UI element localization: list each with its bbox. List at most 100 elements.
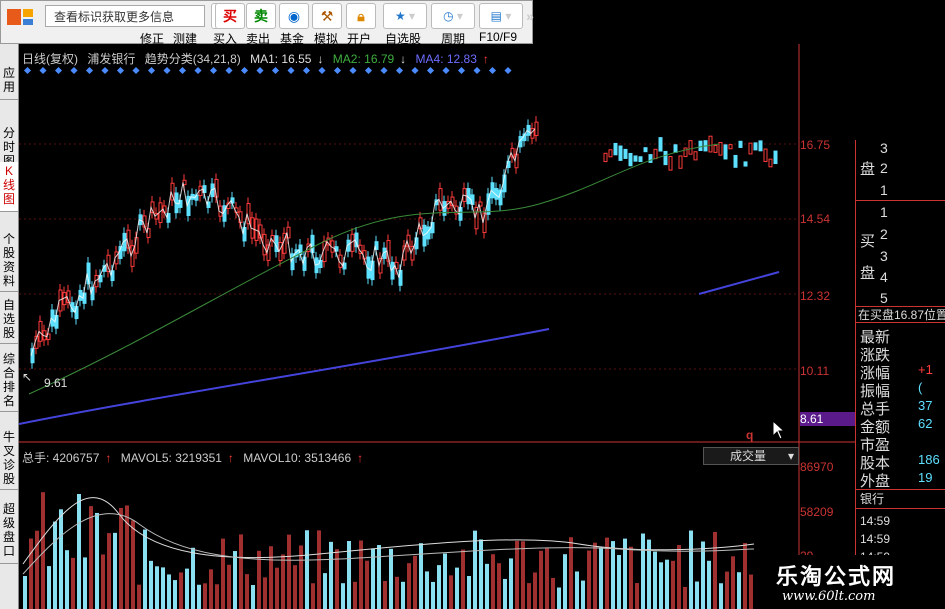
signal-marker [395, 66, 404, 75]
ma1-line [30, 128, 536, 356]
volume-bar [641, 533, 645, 609]
volume-bar [563, 554, 567, 609]
volume-bar [59, 509, 63, 609]
signal-marker [116, 66, 125, 75]
volume-bar [107, 533, 111, 609]
signal-marker [70, 66, 78, 75]
volume-bar [335, 549, 339, 609]
candle-body [648, 154, 653, 163]
volume-bar [725, 571, 729, 609]
buy-button[interactable]: 买 [215, 3, 245, 29]
volume-bar [77, 494, 81, 609]
volume-bar [365, 560, 369, 609]
tab-super-order[interactable]: 超级盘口 [0, 500, 18, 564]
candle-body [723, 144, 728, 160]
q-marker: q [746, 428, 754, 442]
price-tick: 14.54 [800, 212, 831, 226]
signal-marker [85, 66, 94, 75]
sell-row: 2 [880, 160, 888, 176]
volume-bar [311, 583, 315, 609]
candle-body [673, 144, 678, 153]
field-value: 37 [918, 398, 933, 413]
volume-bar [437, 565, 441, 609]
volume-bar [659, 562, 663, 609]
tick-time: 14:59 [860, 514, 891, 528]
volume-bar [239, 534, 243, 609]
candle-body [613, 142, 618, 156]
candle-body [638, 156, 643, 163]
signal-marker [147, 66, 156, 75]
volume-bar [221, 538, 225, 609]
buy-label: 盘 [860, 265, 876, 282]
candle-body [728, 144, 733, 150]
volume-bar [719, 583, 723, 609]
search-input[interactable]: 查看标识获取更多信息 [45, 5, 205, 27]
signal-marker [457, 66, 466, 75]
tab-diagnosis[interactable]: 牛叉诊股 [0, 428, 18, 490]
volume-bar [617, 555, 621, 609]
volume-bar [65, 550, 69, 609]
signal-marker [473, 66, 481, 75]
kline-chart[interactable] [19, 44, 855, 609]
star-icon: ★ [394, 9, 406, 23]
simulate-button[interactable]: ⚒ [312, 3, 342, 29]
price-tick: 16.75 [800, 138, 831, 152]
candle-body [628, 152, 633, 167]
volume-bar [707, 560, 711, 609]
sell-row: 1 [880, 182, 888, 198]
volume-bar [533, 572, 537, 609]
candle-body [718, 141, 723, 156]
buy-icon: 买 [223, 8, 237, 24]
label-watchlist: 自选股 [385, 32, 422, 46]
volume-bar [281, 554, 285, 609]
overflow-chevron-icon[interactable]: » [526, 3, 534, 29]
volume-bar [23, 576, 27, 609]
volume-bar [599, 547, 603, 609]
clock-icon: ◷ [443, 9, 454, 23]
app-logo-icon[interactable] [5, 5, 37, 31]
label-fix: 修正 [140, 32, 165, 46]
watchlist-button[interactable]: ★ ▾ [383, 3, 427, 29]
signal-marker [287, 66, 295, 75]
volume-bar [191, 547, 195, 609]
volume-bar [317, 530, 321, 609]
label-period: 周期 [441, 32, 466, 46]
tab-apps[interactable]: 应用 [0, 64, 18, 100]
watermark-url: www.60lt.com [782, 589, 876, 604]
open-account-button[interactable]: 🔒︎ [346, 3, 376, 29]
document-icon: ▤ [490, 9, 502, 23]
label-fund: 基金 [280, 32, 305, 46]
volume-bar [101, 554, 105, 609]
candle-body [738, 140, 743, 148]
volume-bar [461, 549, 465, 609]
volume-bar [131, 520, 135, 609]
fund-button[interactable]: ◉ [279, 3, 309, 29]
tab-ranking[interactable]: 综合排名 [0, 350, 18, 412]
indicator-select[interactable]: 成交量 ▾ [703, 447, 799, 465]
field-label: 外盘 [860, 473, 891, 490]
volume-bar [269, 546, 273, 609]
signal-marker [271, 66, 280, 75]
period-button[interactable]: ◷ ▾ [431, 3, 475, 29]
volume-tick: 58209 [800, 505, 834, 519]
tab-stock-info[interactable]: 个股资料 [0, 230, 18, 292]
sell-button[interactable]: 卖 [246, 3, 276, 29]
candle-body [713, 145, 718, 153]
tab-watchlist[interactable]: 自选股 [0, 296, 18, 344]
tab-kline[interactable]: K线图 [0, 162, 18, 212]
volume-bar [113, 532, 117, 609]
f10-button[interactable]: ▤ ▾ [479, 3, 523, 29]
signal-marker [411, 66, 419, 75]
price-tick: 12.32 [800, 289, 831, 303]
signal-marker [364, 66, 373, 75]
candle-body [678, 155, 683, 169]
chevron-down-icon: ▾ [787, 449, 794, 463]
fund-icon: ◉ [287, 7, 301, 24]
volume-bar [683, 586, 687, 609]
volume-bar [419, 543, 423, 609]
signal-marker [163, 66, 171, 75]
candle-body [688, 140, 693, 155]
volume-bar [377, 545, 381, 609]
volume-bar [635, 583, 639, 609]
volume-bar [521, 541, 525, 609]
